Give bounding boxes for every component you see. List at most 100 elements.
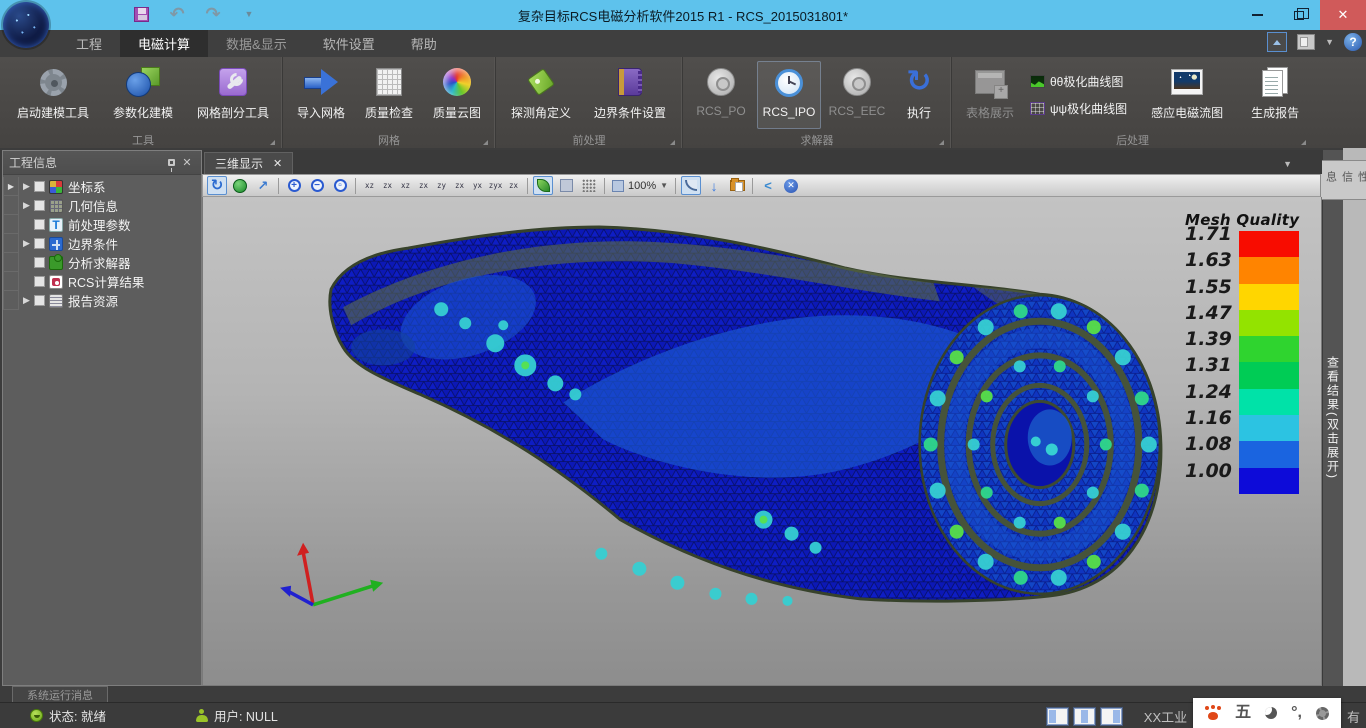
tree-row-rcs-results[interactable]: RCS计算结果 xyxy=(3,272,201,291)
tab-help[interactable]: 帮助 xyxy=(393,30,455,57)
axis-view-button-zyx[interactable]: zyx xyxy=(487,177,504,194)
share-button[interactable]: < xyxy=(758,176,778,195)
purple-chart-icon xyxy=(1030,102,1045,115)
pin-button[interactable] xyxy=(163,155,179,171)
ime-wubi-button[interactable]: 五 xyxy=(1235,705,1251,721)
axis-view-button-zx[interactable]: zx xyxy=(451,177,468,194)
group-expand-icon[interactable] xyxy=(1301,140,1306,145)
group-expand-icon[interactable] xyxy=(483,140,488,145)
table-display-button[interactable]: 表格展示 xyxy=(958,61,1022,129)
ribbon-group-tools: 启动建模工具 参数化建模 网格剖分工具 工具 xyxy=(4,57,282,148)
panel-close-button[interactable]: ✕ xyxy=(179,155,195,171)
axis-view-button-zx[interactable]: zx xyxy=(505,177,522,194)
tab-data-display[interactable]: 数据&显示 xyxy=(208,30,305,57)
tab-list-caret-icon[interactable]: ▼ xyxy=(1283,159,1292,169)
curve-display-button[interactable] xyxy=(681,176,701,195)
zoom-out-button[interactable]: − xyxy=(307,176,327,195)
layout-left-button[interactable] xyxy=(1047,708,1068,725)
expander-icon[interactable]: ▶ xyxy=(19,201,34,211)
axis-view-button-zx[interactable]: zx xyxy=(379,177,396,194)
checkbox[interactable] xyxy=(34,238,45,249)
flat-shading-button[interactable] xyxy=(556,176,576,195)
pan-button[interactable]: ↗ xyxy=(253,176,273,195)
3d-viewport[interactable]: Mesh Quality 1.711.631.551.471.391.311.2… xyxy=(202,197,1322,686)
tab-em-compute[interactable]: 电磁计算 xyxy=(120,30,208,57)
expander-icon[interactable]: ▶ xyxy=(19,239,34,249)
orbit-button[interactable] xyxy=(230,176,250,195)
execute-button[interactable]: ↻ 执行 xyxy=(893,61,945,129)
zoom-in-button[interactable]: + xyxy=(284,176,304,195)
tree-row-preprocess-params[interactable]: T 前处理参数 xyxy=(3,215,201,234)
axis-view-button-xz[interactable]: xz xyxy=(361,177,378,194)
mesh-partition-tool-button[interactable]: 网格剖分工具 xyxy=(190,61,276,129)
view-results-strip[interactable]: 查看结果(双击展开) xyxy=(1322,150,1343,686)
snapshot-folder-button[interactable] xyxy=(727,176,747,195)
induced-em-current-map-button[interactable]: 感应电磁流图 xyxy=(1135,61,1239,129)
ime-paw-icon[interactable] xyxy=(1205,706,1221,720)
rotate-view-button[interactable]: ↻ xyxy=(207,176,227,195)
tree-row-geometry-info[interactable]: ▶ 几何信息 xyxy=(3,196,201,215)
axis-view-button-zx[interactable]: zx xyxy=(415,177,432,194)
expander-icon[interactable]: ▶ xyxy=(19,182,34,192)
parametric-modeling-button[interactable]: 参数化建模 xyxy=(100,61,186,129)
display-mode-icon[interactable] xyxy=(1297,34,1315,50)
psi-polarization-curve-button[interactable]: ψψ极化曲线图 xyxy=(1026,95,1131,122)
checkbox[interactable] xyxy=(34,295,45,306)
close-icon[interactable]: ✕ xyxy=(273,157,282,170)
close-button[interactable]: ✕ xyxy=(1320,0,1366,30)
tab-project[interactable]: 工程 xyxy=(58,30,120,57)
probe-angle-define-button[interactable]: 探测角定义 xyxy=(502,61,580,129)
help-button[interactable]: ? xyxy=(1344,33,1362,51)
checkbox[interactable] xyxy=(34,257,45,268)
quality-check-button[interactable]: 质量检查 xyxy=(357,61,421,129)
gear-icon[interactable] xyxy=(1316,707,1329,720)
generate-report-button[interactable]: 生成报告 xyxy=(1243,61,1307,129)
tab-system-messages[interactable]: 系统运行消息 xyxy=(12,686,108,702)
tab-3d-display[interactable]: 三维显示 ✕ xyxy=(204,152,293,174)
solver-rcs-po-button[interactable]: RCS_PO xyxy=(689,61,753,129)
tab-software-settings[interactable]: 软件设置 xyxy=(305,30,393,57)
tree-row-boundary-conditions[interactable]: ▶ 边界条件 xyxy=(3,234,201,253)
layout-center-button[interactable] xyxy=(1074,708,1095,725)
tree-row-analysis-solver[interactable]: 分析求解器 xyxy=(3,253,201,272)
import-view-button[interactable]: ↓ xyxy=(704,176,724,195)
tree-row-coordinate-system[interactable]: ▶ ▶ 坐标系 xyxy=(3,177,201,196)
solver-rcs-ipo-button[interactable]: RCS_IPO xyxy=(757,61,821,129)
theta-polarization-curve-button[interactable]: θθ极化曲线图 xyxy=(1026,68,1131,95)
legend-value: 1.39 xyxy=(1185,326,1235,352)
tree-row-report-resources[interactable]: ▶ 报告资源 xyxy=(3,291,201,310)
launch-modeling-tool-button[interactable]: 启动建模工具 xyxy=(10,61,96,129)
minimize-icon xyxy=(1252,14,1263,16)
zoom-window-button[interactable]: ▫ xyxy=(330,176,350,195)
zoom-level-dropdown[interactable]: 100% ▼ xyxy=(610,180,670,192)
points-display-button[interactable] xyxy=(579,176,599,195)
app-logo[interactable] xyxy=(3,2,49,48)
group-expand-icon[interactable] xyxy=(270,140,275,145)
checkbox[interactable] xyxy=(34,181,45,192)
expander-icon[interactable]: ▶ xyxy=(19,296,34,306)
minimize-button[interactable] xyxy=(1236,0,1278,30)
smooth-shading-button[interactable] xyxy=(533,176,553,195)
group-expand-icon[interactable] xyxy=(939,140,944,145)
moon-icon[interactable] xyxy=(1265,707,1277,719)
quality-cloud-map-button[interactable]: 质量云图 xyxy=(425,61,489,129)
legend-value: 1.31 xyxy=(1185,352,1235,378)
solver-rcs-eec-button[interactable]: RCS_EEC xyxy=(825,61,889,129)
import-mesh-button[interactable]: 导入网格 xyxy=(289,61,353,129)
ime-punctuation-button[interactable]: °, xyxy=(1291,705,1302,721)
checkbox[interactable] xyxy=(34,276,45,287)
status-label: 状态: 就绪 xyxy=(49,706,106,725)
restore-button[interactable] xyxy=(1278,0,1320,30)
clear-view-button[interactable]: ✕ xyxy=(781,176,801,195)
axis-view-button-yx[interactable]: yx xyxy=(469,177,486,194)
axis-view-button-xz[interactable]: xz xyxy=(397,177,414,194)
checkbox[interactable] xyxy=(34,200,45,211)
axis-view-button-zy[interactable]: zy xyxy=(433,177,450,194)
boundary-condition-settings-button[interactable]: 边界条件设置 xyxy=(584,61,676,129)
group-expand-icon[interactable] xyxy=(670,140,675,145)
tab-property-info[interactable]: 属性信息 xyxy=(1320,160,1366,200)
layout-right-button[interactable] xyxy=(1101,708,1122,725)
collapse-ribbon-button[interactable] xyxy=(1267,32,1287,52)
chevron-down-icon[interactable]: ▼ xyxy=(1325,37,1334,47)
checkbox[interactable] xyxy=(34,219,45,230)
